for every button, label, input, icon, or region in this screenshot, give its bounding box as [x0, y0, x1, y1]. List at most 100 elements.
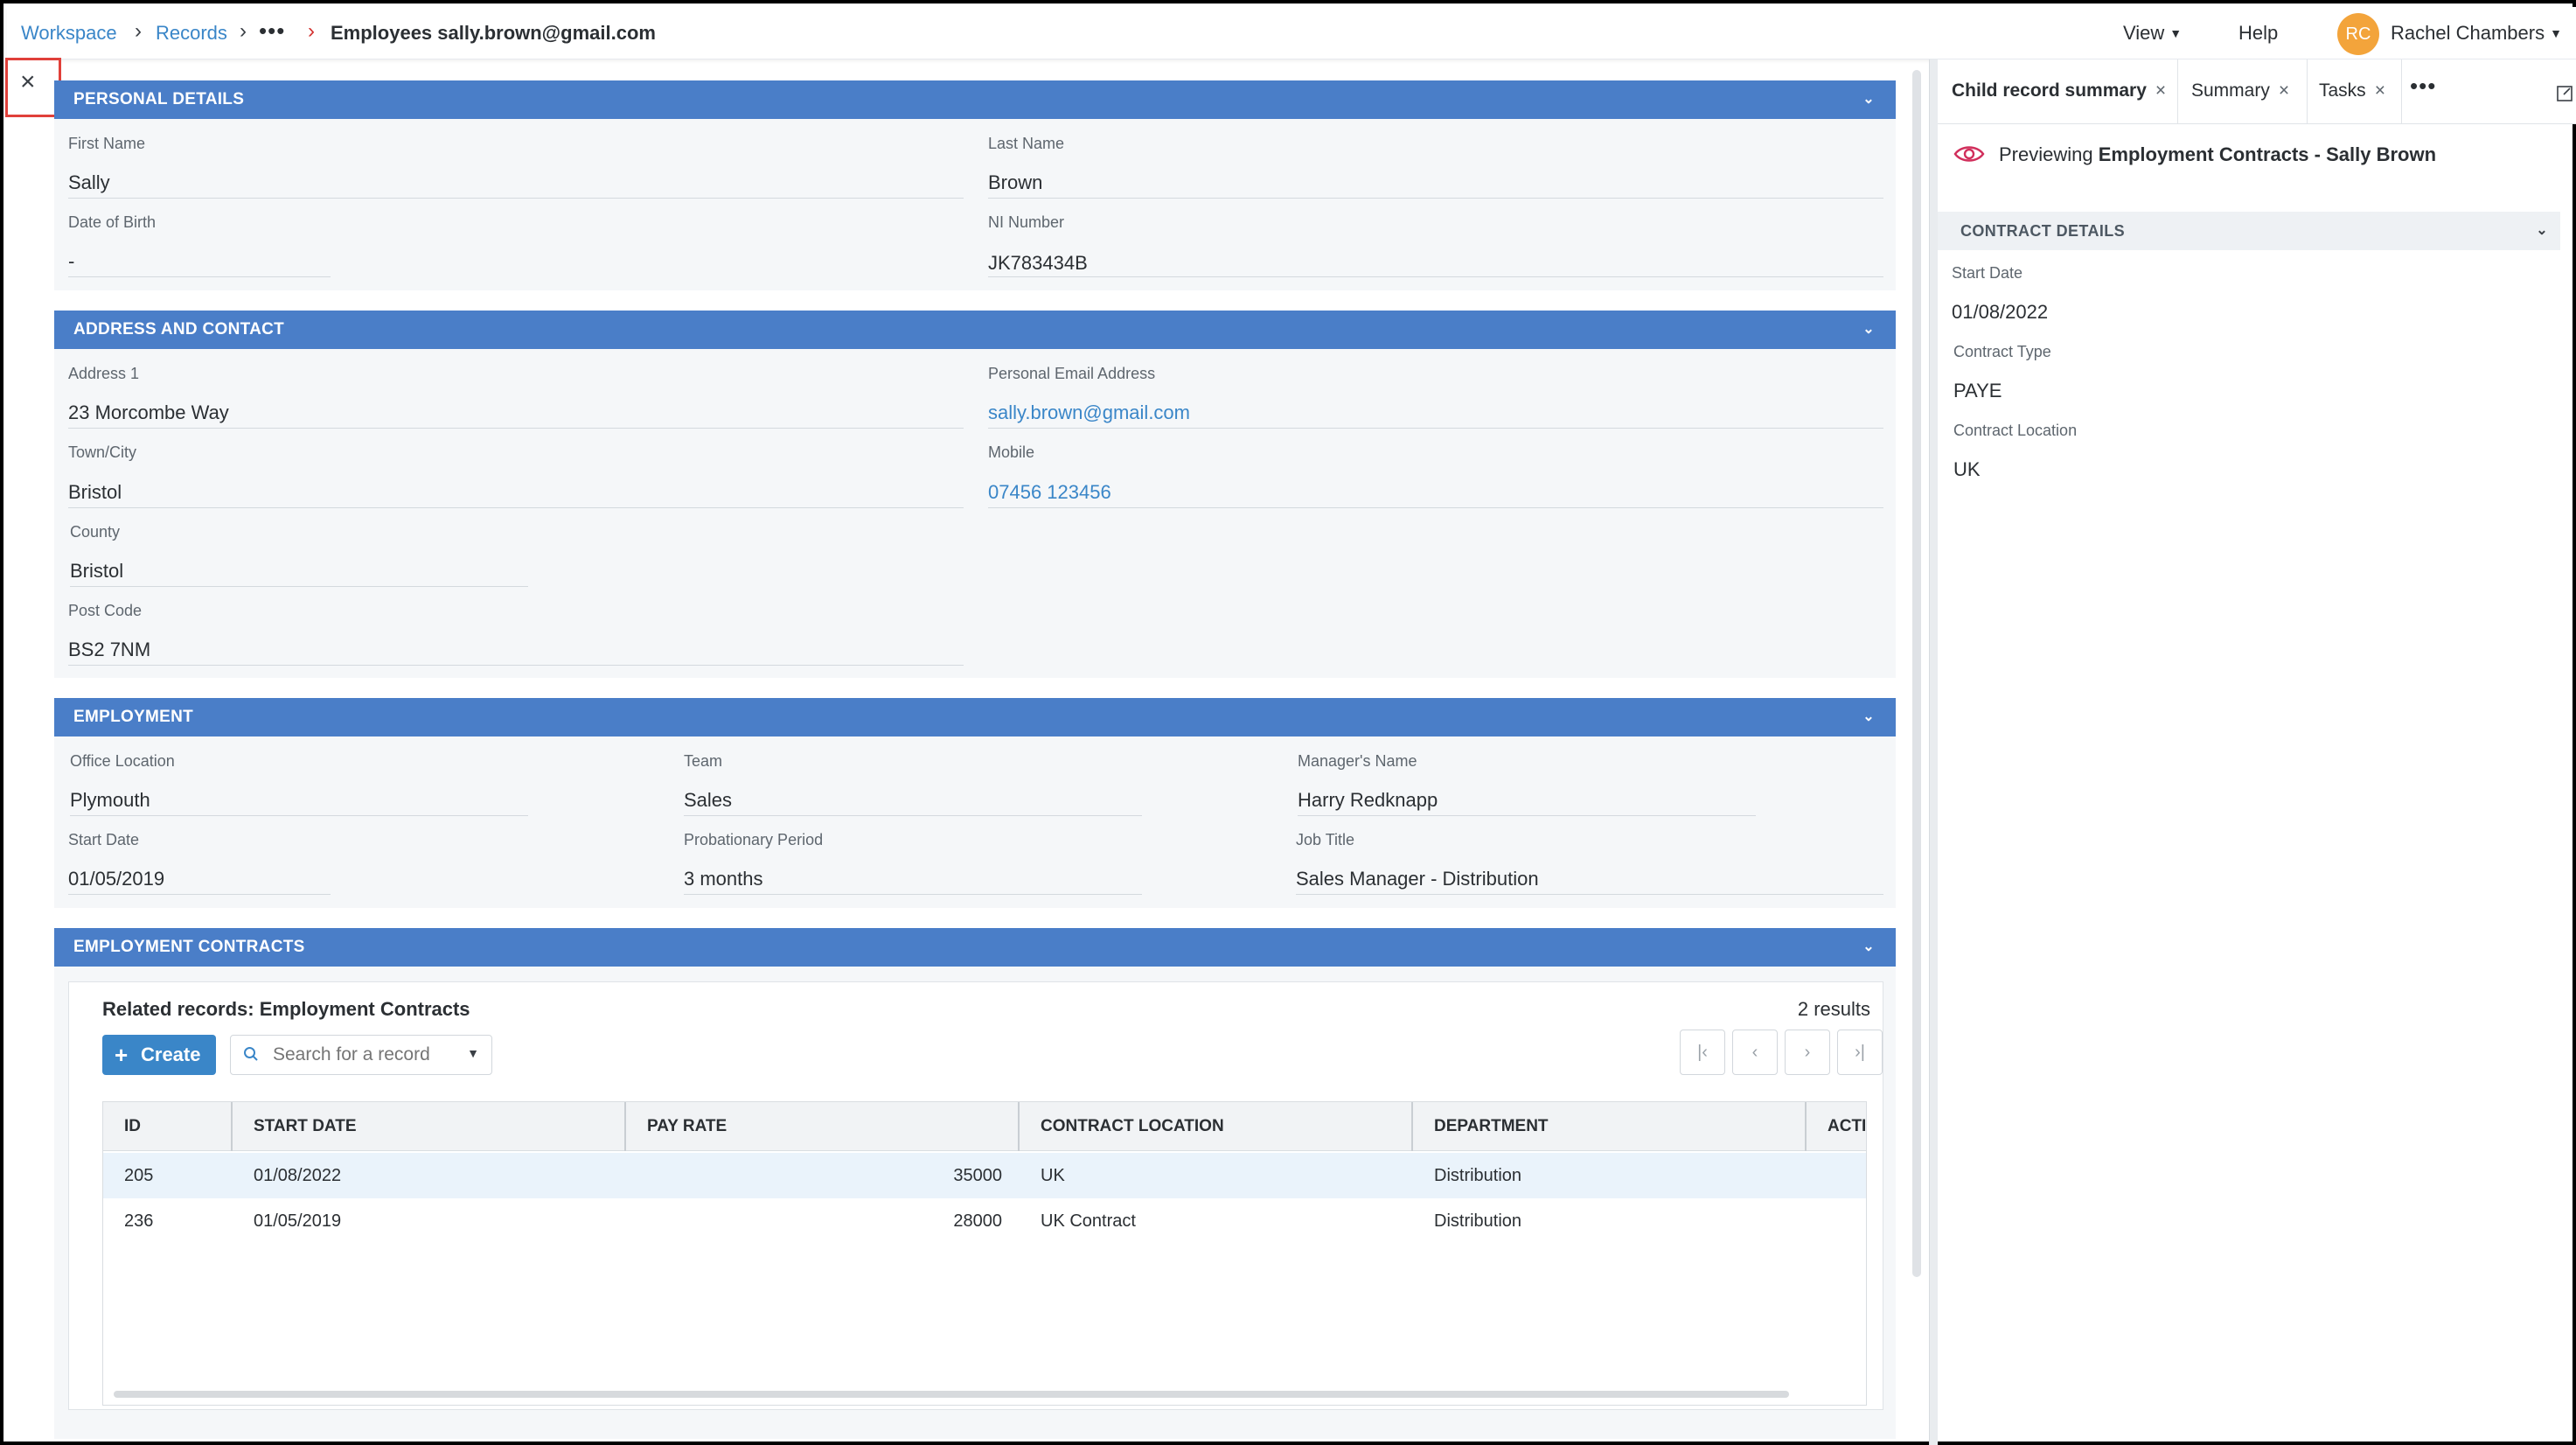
tab-summary[interactable]: Summary ×: [2191, 80, 2289, 101]
ni-number-value[interactable]: JK783434B: [988, 252, 1088, 275]
tab-child-record-summary[interactable]: Child record summary ×: [1952, 80, 2166, 101]
probation-value[interactable]: 3 months: [684, 868, 763, 890]
table-row[interactable]: 205 01/08/2022 35000 UK Distribution: [103, 1153, 1866, 1198]
postcode-value[interactable]: BS2 7NM: [68, 639, 150, 661]
field-underline: [68, 894, 331, 895]
chevron-down-icon: ⌄: [1862, 709, 1875, 724]
breadcrumb-current: Employees sally.brown@gmail.com: [331, 22, 656, 44]
section-address-contact: [54, 349, 1896, 678]
breadcrumb-more[interactable]: •••: [259, 18, 285, 43]
last-page-button[interactable]: ›|: [1837, 1030, 1883, 1075]
column-header-department[interactable]: DEPARTMENT: [1413, 1102, 1807, 1151]
job-title-value[interactable]: Sales Manager - Distribution: [1296, 868, 1539, 890]
contract-type-value[interactable]: PAYE: [1953, 380, 2002, 402]
field-label: First Name: [68, 135, 146, 152]
close-icon[interactable]: ×: [2155, 80, 2166, 101]
first-name-value[interactable]: Sally: [68, 171, 110, 194]
mobile-link[interactable]: 07456 123456: [988, 481, 1111, 504]
start-date-value[interactable]: 01/05/2019: [68, 868, 164, 890]
team-value[interactable]: Sales: [684, 789, 732, 812]
field-underline: [68, 276, 331, 277]
search-input[interactable]: [273, 1043, 448, 1067]
prev-page-button[interactable]: ‹: [1732, 1030, 1778, 1075]
chevron-down-icon: ▼: [2169, 26, 2183, 40]
section-header-employment[interactable]: EMPLOYMENT ⌄: [54, 698, 1896, 736]
chevron-down-icon: ⌄: [1862, 92, 1875, 107]
table-header: ID START DATE PAY RATE CONTRACT LOCATION…: [103, 1102, 1866, 1151]
town-value[interactable]: Bristol: [68, 481, 122, 504]
email-link[interactable]: sally.brown@gmail.com: [988, 401, 1190, 424]
tab-label: Summary: [2191, 80, 2270, 101]
next-page-button[interactable]: ›: [1785, 1030, 1830, 1075]
create-button[interactable]: + Create: [102, 1035, 216, 1075]
field-label: Start Date: [1952, 264, 2023, 282]
field-underline: [988, 507, 1883, 508]
field-label: Job Title: [1296, 831, 1355, 848]
field-label: Contract Type: [1953, 343, 2051, 360]
expand-icon[interactable]: [2557, 86, 2573, 101]
view-label: View: [2123, 22, 2165, 44]
search-input-wrapper[interactable]: ▼: [230, 1035, 492, 1075]
field-underline: [684, 894, 1142, 895]
help-link[interactable]: Help: [2238, 21, 2278, 45]
more-icon[interactable]: •••: [2410, 74, 2436, 97]
user-name: Rachel Chambers: [2391, 22, 2545, 44]
column-header-contract-location[interactable]: CONTRACT LOCATION: [1020, 1102, 1413, 1151]
preview-record-name[interactable]: Employment Contracts - Sally Brown: [2099, 143, 2436, 165]
field-label: Manager's Name: [1298, 752, 1417, 770]
cell-id: 205: [124, 1166, 154, 1185]
tab-tasks[interactable]: Tasks ×: [2319, 80, 2385, 101]
view-menu[interactable]: View ▼: [2123, 21, 2182, 47]
close-icon[interactable]: ×: [2375, 80, 2385, 101]
section-header-contract-details[interactable]: CONTRACT DETAILS ⌄: [1938, 212, 2560, 250]
section-title: PERSONAL DETAILS: [73, 90, 245, 108]
contract-location-value[interactable]: UK: [1953, 458, 1981, 481]
chevron-down-icon: ⌄: [2536, 223, 2548, 238]
chevron-right-icon: ›: [240, 19, 247, 43]
table-row[interactable]: 236 01/05/2019 28000 UK Contract Distrib…: [103, 1198, 1866, 1244]
column-header-id[interactable]: ID: [103, 1102, 233, 1151]
section-header-employment-contracts[interactable]: EMPLOYMENT CONTRACTS ⌄: [54, 928, 1896, 967]
last-name-value[interactable]: Brown: [988, 171, 1042, 194]
horizontal-scrollbar[interactable]: [114, 1391, 1789, 1398]
field-label: Team: [684, 752, 723, 770]
county-value[interactable]: Bristol: [70, 560, 123, 583]
field-underline: [988, 276, 1883, 277]
section-employment: [54, 736, 1896, 908]
field-label: NI Number: [988, 213, 1065, 231]
tab-separator: [2307, 59, 2308, 124]
column-header-actions[interactable]: ACTI: [1807, 1102, 1866, 1151]
panel-divider[interactable]: [1929, 59, 1938, 1445]
close-icon[interactable]: ×: [2279, 80, 2289, 101]
field-underline: [68, 507, 964, 508]
contract-start-date-value[interactable]: 01/08/2022: [1952, 301, 2048, 324]
office-location-value[interactable]: Plymouth: [70, 789, 150, 812]
close-button[interactable]: ×: [5, 58, 61, 117]
user-menu[interactable]: Rachel Chambers ▼: [2391, 21, 2562, 47]
section-title: EMPLOYMENT: [73, 708, 194, 726]
field-label: Address 1: [68, 365, 140, 382]
dob-value[interactable]: -: [68, 250, 74, 273]
section-header-address-contact[interactable]: ADDRESS AND CONTACT ⌄: [54, 311, 1896, 349]
field-label: Office Location: [70, 752, 175, 770]
section-header-personal-details[interactable]: PERSONAL DETAILS ⌄: [54, 80, 1896, 119]
column-header-start-date[interactable]: START DATE: [233, 1102, 626, 1151]
address1-value[interactable]: 23 Morcombe Way: [68, 401, 229, 424]
app-window: Workspace › Records › ••• › Employees sa…: [0, 0, 2576, 1445]
first-page-button[interactable]: |‹: [1680, 1030, 1725, 1075]
field-label: Probationary Period: [684, 831, 824, 848]
section-personal-details: [54, 119, 1896, 290]
section-title: CONTRACT DETAILS: [1960, 222, 2126, 240]
field-label: Contract Location: [1953, 422, 2078, 439]
top-bar: Workspace › Records › ••• › Employees sa…: [7, 7, 2576, 59]
cell-start-date: 01/08/2022: [254, 1166, 342, 1185]
search-icon: [244, 1047, 258, 1061]
chevron-down-icon[interactable]: ▼: [467, 1046, 479, 1060]
breadcrumb-records[interactable]: Records: [156, 21, 227, 45]
plus-icon: +: [115, 1042, 129, 1068]
breadcrumb-workspace[interactable]: Workspace: [21, 21, 117, 45]
vertical-scrollbar[interactable]: [1912, 70, 1921, 1277]
avatar[interactable]: RC: [2337, 13, 2379, 55]
column-header-pay-rate[interactable]: PAY RATE: [626, 1102, 1020, 1151]
manager-value[interactable]: Harry Redknapp: [1298, 789, 1438, 812]
